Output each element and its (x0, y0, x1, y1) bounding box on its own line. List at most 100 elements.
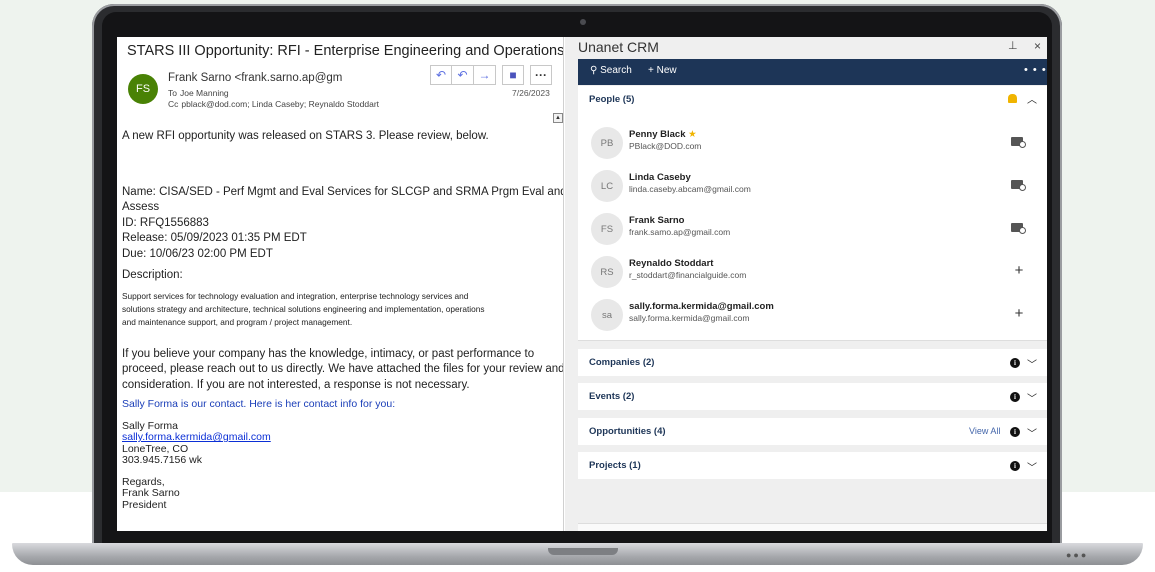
person-name[interactable]: Frank Sarno (629, 215, 684, 226)
person-name[interactable]: Penny Black ★ (629, 129, 697, 140)
add-email-icon[interactable] (1011, 223, 1026, 234)
reply-all-icon: ↶ (457, 68, 468, 82)
reply-button[interactable]: ↶ (430, 65, 452, 85)
body-name-1: Name: CISA/SED - Perf Mgmt and Eval Serv… (122, 185, 564, 198)
crm-footer (578, 523, 1047, 531)
person-avatar: FS (591, 213, 623, 245)
body-due: Due: 10/06/23 02:00 PM EDT (122, 247, 273, 260)
email-body: A new RFI opportunity was released on ST… (122, 129, 564, 511)
sender-avatar[interactable]: FS (128, 74, 158, 104)
person-name[interactable]: Reynaldo Stoddart (629, 258, 713, 269)
person-row[interactable]: FS Frank Sarno frank.samo.ap@gmail.com (591, 209, 1047, 249)
plus-icon: + (648, 65, 654, 76)
person-row[interactable]: sa sally.forma.kermida@gmail.com sally.f… (591, 295, 1047, 335)
body-release: Release: 05/09/2023 01:35 PM EDT (122, 232, 307, 244)
person-avatar: RS (591, 256, 623, 288)
people-section-title[interactable]: People (5) (589, 94, 634, 105)
laptop-scene: STARS III Opportunity: RFI - Enterprise … (0, 0, 1155, 572)
cc-label: Cc (168, 99, 179, 109)
person-name-text: Penny Black (629, 129, 686, 140)
search-label: Search (600, 65, 632, 76)
forward-icon: → (478, 68, 491, 82)
sender-name[interactable]: Frank Sarno <frank.sarno.ap@gm (168, 72, 342, 84)
regards-line: Regards, (122, 475, 165, 488)
scroll-up-arrow[interactable]: ▲ (553, 113, 563, 123)
message-actions: ↶ ↶ → ■ ··· (430, 65, 552, 85)
opportunities-section-title: Opportunities (4) (589, 426, 666, 437)
camera-icon (580, 19, 586, 25)
person-email: r_stoddart@financialguide.com (629, 270, 747, 280)
chevron-down-icon[interactable]: ﹀ (1027, 390, 1037, 405)
laptop-notch (548, 548, 618, 555)
star-icon: ★ (688, 129, 697, 140)
person-name[interactable]: sally.forma.kermida@gmail.com (629, 301, 774, 312)
opportunities-section[interactable]: Opportunities (4) View All i ﹀ (578, 418, 1047, 445)
cc-line: Cc pblack@dod.com; Linda Caseby; Reynaldo… (168, 99, 382, 109)
person-row[interactable]: RS Reynaldo Stoddart r_stoddart@financia… (591, 252, 1047, 292)
reply-icon: ↶ (435, 68, 447, 82)
info-icon[interactable]: i (1010, 427, 1020, 437)
add-email-icon[interactable] (1011, 137, 1026, 148)
body-id: ID: RFQ1556883 (122, 216, 209, 229)
bell-icon[interactable] (1008, 94, 1017, 103)
cc-recipients[interactable]: pblack@dod.com; Linda Caseby; Reynaldo S… (181, 99, 379, 109)
email-subject: STARS III Opportunity: RFI - Enterprise … (127, 43, 564, 59)
body-contact-line: Sally Forma is our contact. Here is her … (122, 398, 396, 410)
to-recipients[interactable]: Joe Manning (180, 88, 229, 98)
view-all-link[interactable]: View All (969, 426, 1000, 436)
close-icon[interactable]: × (1034, 39, 1041, 53)
info-icon[interactable]: i (1010, 358, 1020, 368)
body-name-2: Assess (122, 201, 160, 213)
regards-name: Frank Sarno (122, 487, 180, 499)
person-row[interactable]: PB Penny Black ★ PBlack@DOD.com (591, 123, 1047, 163)
crm-toolbar: ⚲ Search + New • • • (578, 59, 1047, 85)
projects-section[interactable]: Projects (1) i ﹀ (578, 452, 1047, 479)
to-label: To (168, 88, 177, 98)
body-description-3: and maintenance support, and program / p… (122, 316, 353, 327)
person-email: linda.caseby.abcam@gmail.com (629, 184, 751, 194)
signature-phone: 303.945.7156 wk (122, 454, 202, 466)
chevron-down-icon[interactable]: ﹀ (1027, 459, 1037, 474)
projects-section-title: Projects (1) (589, 460, 641, 471)
add-person-icon[interactable]: + (1011, 262, 1027, 279)
teams-button[interactable]: ■ (502, 65, 524, 85)
crm-title: Unanet CRM (578, 39, 659, 55)
signature-email-link[interactable]: sally.forma.kermida@gmail.com (122, 431, 547, 444)
events-section-title: Events (2) (589, 391, 635, 402)
body-description-2: solutions strategy and architecture, tec… (122, 303, 485, 314)
chevron-up-icon[interactable]: ︿ (1027, 91, 1037, 106)
new-label: New (656, 65, 677, 76)
people-section: People (5) ︿ PB Penny Black ★ PBlack@DOD… (578, 86, 1047, 341)
to-line: To Joe Manning (168, 88, 232, 98)
person-email: PBlack@DOD.com (629, 141, 702, 151)
teams-icon: ■ (509, 68, 517, 82)
body-paragraph-1: If you believe your company has the know… (122, 347, 535, 360)
pin-icon[interactable]: ⊥ (1008, 39, 1018, 52)
new-button[interactable]: + New (648, 65, 677, 76)
search-icon: ⚲ (590, 65, 598, 76)
person-email: frank.samo.ap@gmail.com (629, 227, 731, 237)
person-email: sally.forma.kermida@gmail.com (629, 313, 750, 323)
search-button[interactable]: ⚲ Search (590, 65, 632, 76)
more-actions-button[interactable]: ··· (530, 65, 552, 85)
more-icon: ··· (535, 68, 547, 82)
events-section[interactable]: Events (2) i ﹀ (578, 383, 1047, 410)
chevron-down-icon[interactable]: ﹀ (1027, 425, 1037, 440)
person-name[interactable]: Linda Caseby (629, 172, 691, 183)
email-reading-pane: STARS III Opportunity: RFI - Enterprise … (117, 37, 564, 531)
person-avatar: LC (591, 170, 623, 202)
body-paragraph-2: proceed, please reach out to us directly… (122, 363, 564, 375)
toolbar-more-button[interactable]: • • • (1024, 64, 1047, 76)
email-date: 7/26/2023 (512, 88, 550, 98)
person-row[interactable]: LC Linda Caseby linda.caseby.abcam@gmail… (591, 166, 1047, 206)
add-person-icon[interactable]: + (1011, 305, 1027, 322)
add-email-icon[interactable] (1011, 180, 1026, 191)
companies-section[interactable]: Companies (2) i ﹀ (578, 349, 1047, 376)
body-description-label: Description: (122, 269, 183, 281)
info-icon[interactable]: i (1010, 392, 1020, 402)
info-icon[interactable]: i (1010, 461, 1020, 471)
person-avatar: sa (591, 299, 623, 331)
forward-button[interactable]: → (474, 65, 496, 85)
reply-all-button[interactable]: ↶ (452, 65, 474, 85)
chevron-down-icon[interactable]: ﹀ (1027, 356, 1037, 371)
